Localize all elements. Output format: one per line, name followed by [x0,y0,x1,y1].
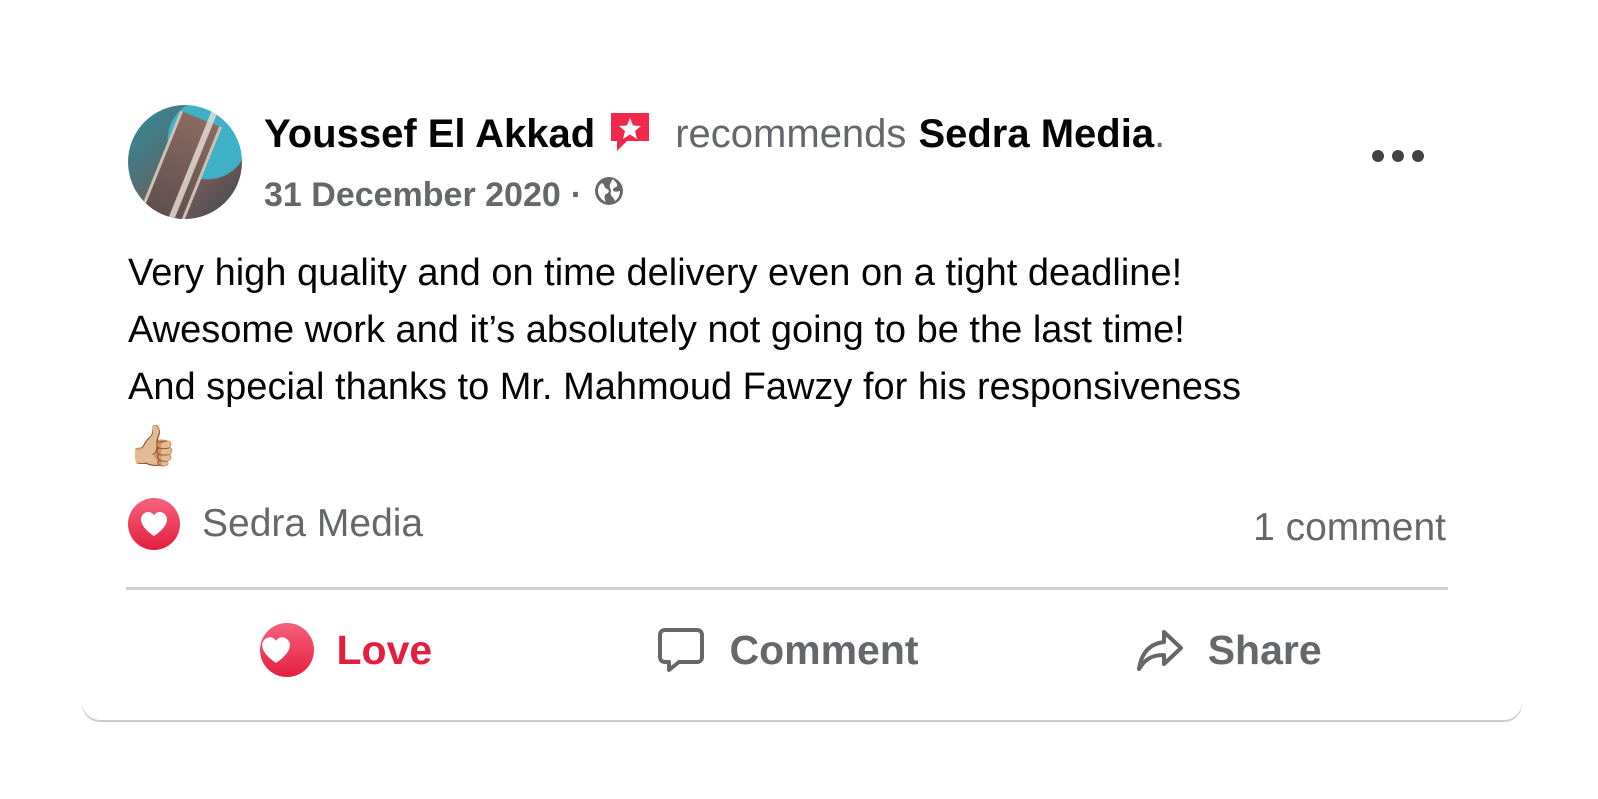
comment-label: Comment [729,626,919,673]
love-button[interactable]: Love [126,605,567,695]
share-icon [1136,630,1183,671]
love-label: Love [336,626,433,673]
love-icon [260,623,315,677]
love-reaction-icon [128,498,180,550]
share-button[interactable]: Share [1007,605,1448,695]
more-dot [1392,150,1404,162]
more-dot [1372,150,1384,162]
author-avatar[interactable] [128,105,242,219]
post-body-line: Awesome work and it’s absolutely not goi… [128,309,1185,351]
comment-button[interactable]: Comment [567,605,1008,695]
post-body-line: Very high quality and on time delivery e… [128,252,1183,294]
post-body: Very high quality and on time delivery e… [128,245,1468,476]
post-card: Youssef El Akkad recommends Sedra Media … [82,40,1522,720]
action-divider [126,587,1448,590]
action-bar: Love Comment Share [126,605,1448,695]
globe-icon[interactable] [592,170,626,219]
thumbs-up-emoji: 👍🏼 [128,424,178,468]
meta-separator: · [570,175,583,214]
reaction-summary[interactable]: Sedra Media [128,498,423,550]
post-body-line: And special thanks to Mr. Mahmoud Fawzy … [128,366,1242,408]
header-period: . [1154,112,1166,156]
reaction-label: Sedra Media [202,502,424,545]
post-meta: 31 December 2020 · [264,170,626,219]
post-date[interactable]: 31 December 2020 [264,173,561,217]
comment-icon [658,628,705,672]
more-dot [1412,150,1424,162]
post-header: Youssef El Akkad recommends Sedra Media … [264,110,1165,158]
recommendation-star-icon [607,109,653,155]
share-label: Share [1207,626,1322,673]
author-name[interactable]: Youssef El Akkad [264,110,595,158]
page-name-link[interactable]: Sedra Media [918,110,1154,158]
recommends-verb: recommends [675,112,907,156]
more-options-icon[interactable] [1372,140,1424,172]
comment-count-link[interactable]: 1 comment [1253,506,1446,550]
